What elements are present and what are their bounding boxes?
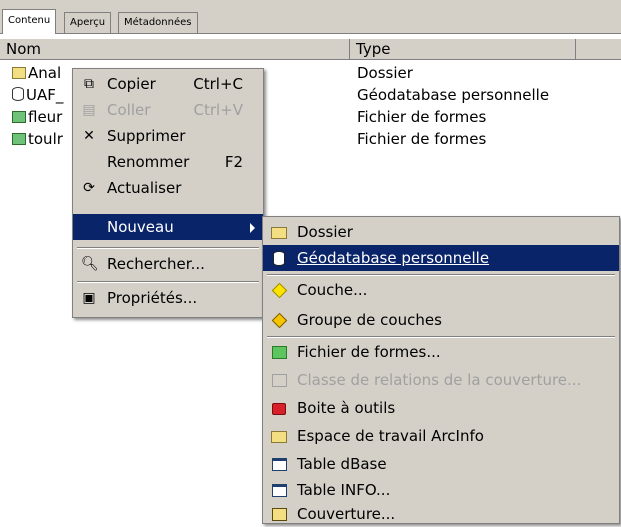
coverage-icon	[271, 506, 287, 522]
toolbox-icon	[271, 400, 287, 416]
menu-item-label: Copier	[107, 75, 156, 93]
tab-divider	[0, 33, 621, 34]
properties-icon: ▣	[82, 290, 96, 306]
tab-bar: Contenu Aperçu Métadonnées	[0, 0, 621, 34]
menu-item-delete[interactable]: ✕ Supprimer	[73, 123, 263, 149]
menu-item-label: Couche...	[297, 281, 368, 299]
menu-item-label: Table dBase	[297, 455, 387, 473]
paste-icon: ▤	[82, 102, 96, 118]
item-name: Anal	[28, 64, 62, 82]
menu-item-rename[interactable]: Renommer F2	[73, 149, 263, 175]
tab-metadonnees[interactable]: Métadonnées	[118, 12, 198, 33]
menu-item-properties[interactable]: ▣ Propriétés...	[73, 285, 263, 311]
menu-item-label: Renommer	[107, 153, 190, 171]
item-type: Fichier de formes	[357, 108, 487, 126]
new-submenu: Dossier Géodatabase personnelle Couche..…	[262, 216, 620, 524]
menu-item-copy[interactable]: ⧉ Copier Ctrl+C	[73, 71, 263, 97]
menu-item-label: Propriétés...	[107, 289, 198, 307]
copy-icon: ⧉	[84, 76, 94, 92]
menu-separator	[77, 281, 259, 283]
menu-item-label: Nouveau	[107, 218, 174, 236]
shapefile-icon	[12, 133, 26, 145]
menu-item-search[interactable]: 🔍︎ Rechercher...	[73, 251, 263, 277]
shapefile-icon	[271, 344, 287, 360]
menu-item-shortcut: F2	[224, 153, 243, 171]
table-icon	[271, 482, 287, 498]
submenu-arrow-icon	[250, 223, 255, 233]
submenu-item-couche[interactable]: Couche...	[263, 277, 619, 303]
menu-item-label: Géodatabase personnelle	[297, 249, 490, 267]
menu-item-label: Actualiser	[107, 179, 182, 197]
item-type: Géodatabase personnelle	[357, 86, 550, 104]
database-icon	[271, 250, 287, 266]
menu-item-label: Table INFO...	[297, 481, 391, 499]
workspace-folder-icon	[271, 428, 287, 444]
menu-item-label: Groupe de couches	[297, 311, 442, 329]
menu-item-new[interactable]: Nouveau	[73, 214, 263, 240]
column-header-name[interactable]: Nom	[0, 39, 350, 59]
folder-icon	[271, 224, 287, 240]
shapefile-icon	[12, 111, 26, 123]
submenu-item-dossier[interactable]: Dossier	[263, 219, 619, 245]
layer-diamond-icon	[271, 282, 287, 299]
item-name: toulr	[28, 130, 63, 148]
tab-apercu[interactable]: Aperçu	[64, 12, 112, 33]
submenu-item-fichier-formes[interactable]: Fichier de formes...	[263, 339, 619, 365]
delete-x-icon: ✕	[83, 128, 95, 144]
item-name: UAF_	[26, 86, 64, 104]
menu-separator	[267, 336, 615, 338]
submenu-item-classe-relations[interactable]: Classe de relations de la couverture...	[263, 367, 619, 393]
menu-item-label: Rechercher...	[107, 255, 205, 273]
item-type: Dossier	[357, 64, 413, 82]
menu-item-refresh[interactable]: ⟳ Actualiser	[73, 175, 263, 201]
submenu-item-espace-travail[interactable]: Espace de travail ArcInfo	[263, 423, 619, 449]
submenu-item-groupe-couches[interactable]: Groupe de couches	[263, 307, 619, 333]
table-icon	[271, 456, 287, 472]
menu-separator	[77, 247, 259, 249]
context-menu: ⧉ Copier Ctrl+C ▤ Coller Ctrl+V ✕ Suppri…	[72, 68, 264, 318]
folder-icon	[12, 67, 26, 79]
item-type: Fichier de formes	[357, 130, 487, 148]
submenu-item-geodatabase[interactable]: Géodatabase personnelle	[263, 245, 619, 271]
menu-item-label: Boite à outils	[297, 399, 396, 417]
menu-item-label: Classe de relations de la couverture...	[297, 371, 582, 389]
menu-item-label: Dossier	[297, 223, 353, 241]
item-name: fleur	[28, 108, 63, 126]
layer-group-icon	[271, 312, 287, 329]
submenu-item-boite-outils[interactable]: Boite à outils	[263, 395, 619, 421]
menu-item-label: Espace de travail ArcInfo	[297, 427, 484, 445]
list-header: Nom Type	[0, 39, 621, 60]
menu-item-label: Supprimer	[107, 127, 186, 145]
submenu-item-table-dbase[interactable]: Table dBase	[263, 451, 619, 477]
menu-item-label: Fichier de formes...	[297, 343, 441, 361]
refresh-icon: ⟳	[83, 180, 95, 196]
menu-separator	[267, 274, 615, 276]
menu-item-shortcut: Ctrl+V	[193, 101, 243, 119]
search-icon: 🔍︎	[81, 256, 99, 272]
database-icon	[12, 87, 24, 101]
menu-item-shortcut: Ctrl+C	[193, 75, 243, 93]
menu-item-label: Couverture...	[297, 505, 396, 523]
submenu-item-table-info[interactable]: Table INFO...	[263, 477, 619, 503]
tab-contenu[interactable]: Contenu	[2, 9, 57, 34]
column-header-type[interactable]: Type	[350, 39, 576, 59]
submenu-item-couverture[interactable]: Couverture...	[263, 501, 619, 527]
menu-item-label: Coller	[107, 101, 151, 119]
relationship-class-icon	[271, 372, 287, 388]
menu-item-paste[interactable]: ▤ Coller Ctrl+V	[73, 97, 263, 123]
catalog-window: Contenu Aperçu Métadonnées Nom Type Anal…	[0, 0, 621, 525]
